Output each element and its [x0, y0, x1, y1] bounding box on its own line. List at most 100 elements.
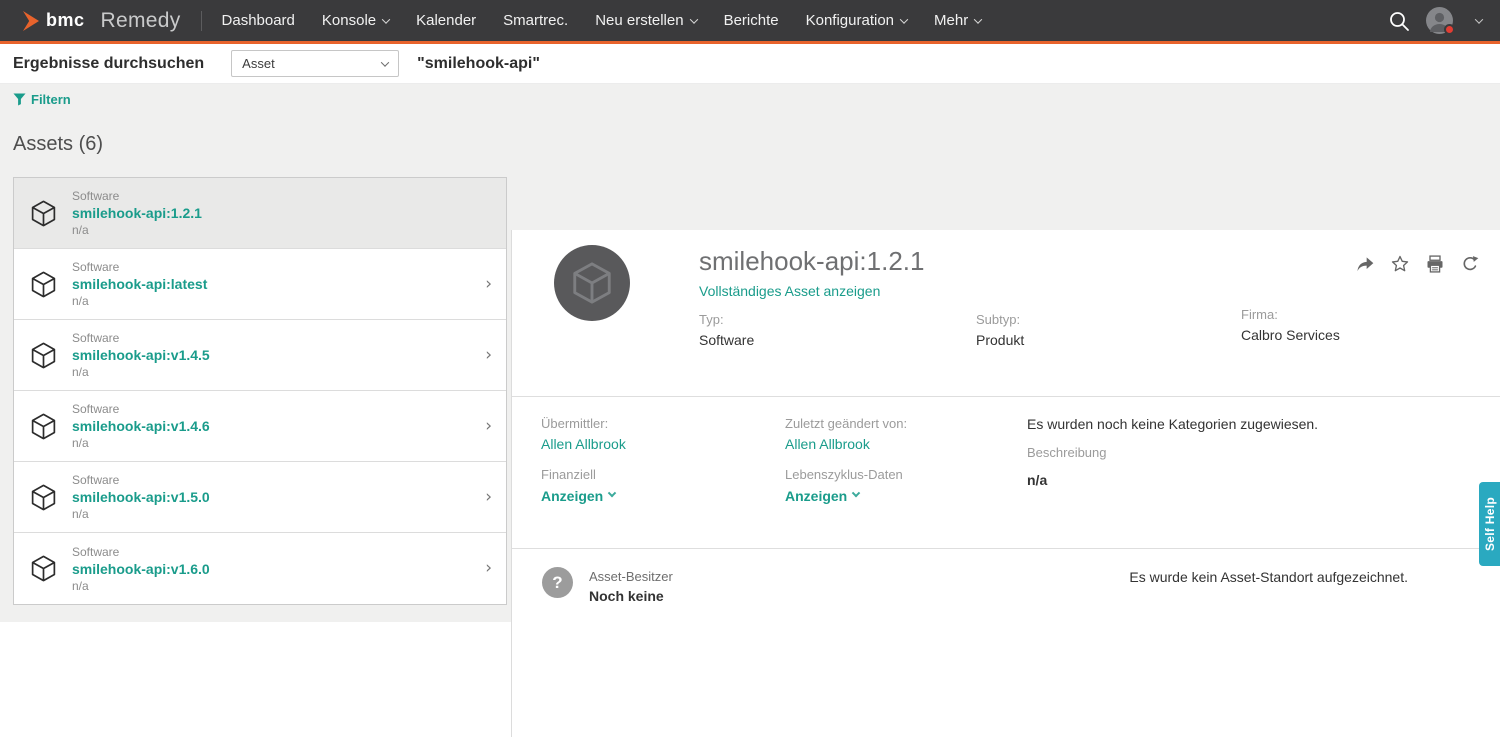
- star-icon[interactable]: [1390, 254, 1410, 274]
- search-query: "smilehook-api": [417, 55, 540, 73]
- chevron-right-icon: ›: [485, 560, 492, 577]
- nav-item-neu-erstellen[interactable]: Neu erstellen: [595, 12, 696, 29]
- page-title: Ergebnisse durchsuchen: [13, 55, 204, 73]
- cube-icon: [29, 341, 58, 370]
- asset-type: Software: [72, 545, 210, 559]
- user-menu[interactable]: [1426, 7, 1453, 34]
- asset-owner: Asset-Besitzer Noch keine: [589, 569, 673, 604]
- chevron-down-icon: [852, 489, 860, 497]
- asset-title-link[interactable]: smilehook-api:v1.6.0: [72, 561, 210, 577]
- beschreibung-value: n/a: [1027, 472, 1318, 488]
- brand-product: Remedy: [101, 9, 181, 33]
- uebermittler-link[interactable]: Allen Allbrook: [541, 436, 626, 452]
- chevron-down-icon: [608, 489, 616, 497]
- asset-type: Software: [72, 189, 202, 203]
- lebenszyklus-anzeigen-link[interactable]: Anzeigen: [785, 488, 907, 504]
- geaendert-link[interactable]: Allen Allbrook: [785, 436, 907, 452]
- meta-geaendert: Zuletzt geändert von: Allen Allbrook Leb…: [785, 416, 907, 504]
- printer-icon[interactable]: [1425, 254, 1445, 274]
- chevron-down-icon[interactable]: [1475, 15, 1483, 23]
- view-full-asset-link[interactable]: Vollständiges Asset anzeigen: [699, 283, 880, 299]
- cube-icon: [569, 260, 615, 306]
- chevron-down-icon: [974, 15, 982, 23]
- top-nav: bmc Remedy Dashboard Konsole Kalender Sm…: [0, 0, 1500, 41]
- chevron-right-icon: ›: [485, 489, 492, 506]
- list-item[interactable]: Software smilehook-api:v1.6.0 n/a ›: [14, 533, 506, 604]
- nav-items: Dashboard Konsole Kalender Smartrec. Neu…: [222, 12, 982, 29]
- nav-item-mehr[interactable]: Mehr: [934, 12, 981, 29]
- field-typ: Typ: Software: [699, 312, 754, 348]
- content-area: Assets (6) Software smilehook-api:1.2.1 …: [0, 115, 1500, 622]
- list-item[interactable]: Software smilehook-api:v1.4.5 n/a ›: [14, 320, 506, 391]
- funnel-icon: [13, 93, 26, 106]
- self-help-tab[interactable]: Self Help: [1479, 482, 1500, 566]
- asset-type: Software: [72, 331, 210, 345]
- chevron-down-icon: [381, 58, 389, 66]
- asset-title-link[interactable]: smilehook-api:v1.5.0: [72, 489, 210, 505]
- asset-type: Software: [72, 473, 210, 487]
- nav-item-konfiguration[interactable]: Konfiguration: [806, 12, 907, 29]
- asset-title-link[interactable]: smilehook-api:latest: [72, 276, 207, 292]
- chevron-down-icon: [689, 15, 697, 23]
- asset-title-link[interactable]: smilehook-api:v1.4.6: [72, 418, 210, 434]
- question-mark-icon: ?: [542, 567, 573, 598]
- search-icon[interactable]: [1388, 10, 1410, 32]
- search-results-bar: Ergebnisse durchsuchen Asset "smilehook-…: [0, 44, 1500, 84]
- nav-item-kalender[interactable]: Kalender: [416, 12, 476, 29]
- chevron-down-icon: [382, 15, 390, 23]
- list-item[interactable]: Software smilehook-api:latest n/a ›: [14, 249, 506, 320]
- field-subtyp: Subtyp: Produkt: [976, 312, 1024, 348]
- asset-title-link[interactable]: smilehook-api:1.2.1: [72, 205, 202, 221]
- meta-kategorien: Es wurden noch keine Kategorien zugewies…: [1027, 416, 1318, 488]
- asset-detail-title: smilehook-api:1.2.1: [699, 246, 924, 277]
- nav-item-smartrec[interactable]: Smartrec.: [503, 12, 568, 29]
- filter-button[interactable]: Filtern: [13, 92, 71, 107]
- list-item[interactable]: Software smilehook-api:v1.4.6 n/a ›: [14, 391, 506, 462]
- detail-actions: [1355, 254, 1480, 274]
- cube-icon: [29, 199, 58, 228]
- brand-name: bmc: [46, 10, 85, 31]
- chevron-right-icon: ›: [485, 418, 492, 435]
- asset-title-link[interactable]: smilehook-api:v1.4.5: [72, 347, 210, 363]
- asset-subtitle: n/a: [72, 223, 202, 237]
- results-heading: Assets (6): [13, 133, 103, 156]
- cube-icon: [29, 483, 58, 512]
- asset-subtitle: n/a: [72, 507, 210, 521]
- share-icon[interactable]: [1355, 254, 1375, 274]
- asset-subtitle: n/a: [72, 294, 207, 308]
- bmc-logo-icon: [22, 10, 41, 32]
- notification-dot: [1444, 24, 1455, 35]
- asset-type: Software: [72, 402, 210, 416]
- asset-subtitle: n/a: [72, 579, 210, 593]
- chevron-right-icon: ›: [485, 276, 492, 293]
- finanziell-anzeigen-link[interactable]: Anzeigen: [541, 488, 626, 504]
- list-item[interactable]: Software smilehook-api:1.2.1 n/a: [14, 178, 506, 249]
- asset-detail-panel: smilehook-api:1.2.1 Vollständiges Asset …: [511, 230, 1500, 737]
- nav-item-dashboard[interactable]: Dashboard: [222, 12, 295, 29]
- results-list: Software smilehook-api:1.2.1 n/a Softwar…: [13, 177, 507, 605]
- cube-icon: [29, 554, 58, 583]
- location-text: Es wurde kein Asset-Standort aufgezeichn…: [1129, 569, 1408, 585]
- asset-type: Software: [72, 260, 207, 274]
- scope-select[interactable]: Asset: [231, 50, 399, 77]
- field-firma: Firma: Calbro Services: [1241, 307, 1340, 343]
- filter-band: Filtern: [0, 84, 1500, 115]
- divider: [512, 396, 1500, 397]
- chevron-right-icon: ›: [485, 347, 492, 364]
- brand[interactable]: bmc Remedy: [22, 9, 181, 33]
- cube-icon: [29, 412, 58, 441]
- chevron-down-icon: [900, 15, 908, 23]
- scope-select-value: Asset: [242, 56, 275, 71]
- asset-subtitle: n/a: [72, 436, 210, 450]
- nav-item-konsole[interactable]: Konsole: [322, 12, 389, 29]
- owner-value: Noch keine: [589, 588, 673, 604]
- list-item[interactable]: Software smilehook-api:v1.5.0 n/a ›: [14, 462, 506, 533]
- nav-divider: [201, 11, 202, 31]
- refresh-icon[interactable]: [1460, 254, 1480, 274]
- kategorien-text: Es wurden noch keine Kategorien zugewies…: [1027, 416, 1318, 432]
- nav-item-berichte[interactable]: Berichte: [724, 12, 779, 29]
- divider: [512, 548, 1500, 549]
- cube-icon: [29, 270, 58, 299]
- asset-subtitle: n/a: [72, 365, 210, 379]
- asset-avatar: [554, 245, 630, 321]
